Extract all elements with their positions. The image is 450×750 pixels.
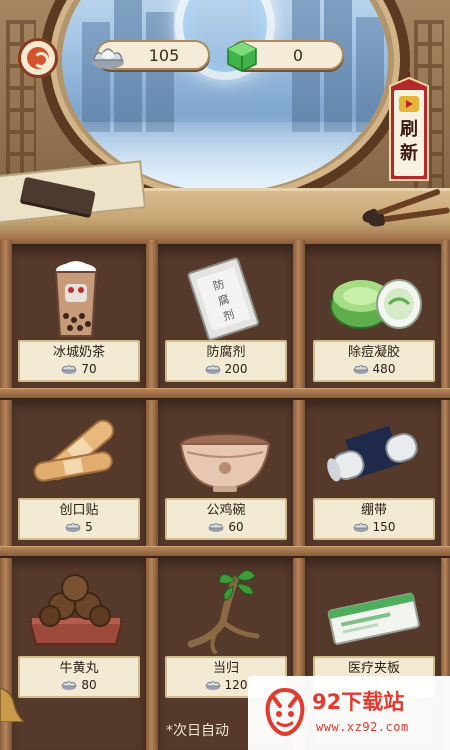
item-label: 绷带 150 bbox=[313, 498, 435, 540]
acne-gel-jar-icon bbox=[330, 279, 422, 329]
silver-ingot-icon bbox=[61, 365, 77, 374]
medical-splint-icon bbox=[327, 592, 420, 645]
shelf-top-board bbox=[0, 232, 450, 246]
item-price: 80 bbox=[20, 677, 138, 693]
jade-counter: 0 bbox=[227, 40, 344, 72]
shop-item[interactable]: 冰城奶茶 70 bbox=[10, 250, 146, 384]
item-label: 公鸡碗 60 bbox=[165, 498, 287, 540]
item-price: 60 bbox=[167, 519, 285, 535]
refresh-label: 刷新 bbox=[400, 119, 418, 164]
bezoar-pills-icon bbox=[28, 574, 124, 645]
silver-amount: 105 bbox=[148, 46, 180, 65]
shop-item[interactable]: 牛黄丸 80 bbox=[10, 562, 146, 700]
silver-ingot-icon bbox=[204, 365, 221, 374]
item-name: 冰城奶茶 bbox=[52, 345, 105, 360]
corner-ornament bbox=[0, 687, 24, 722]
shelf-board bbox=[0, 388, 450, 400]
item-label: 创口贴 5 bbox=[18, 498, 140, 540]
silver-counter: 105 bbox=[92, 40, 210, 70]
silver-ingot-icon bbox=[65, 523, 81, 532]
back-button[interactable] bbox=[18, 38, 58, 78]
bandage-roll-icon bbox=[327, 425, 418, 482]
refresh-notice: *次日自动 bbox=[166, 723, 229, 739]
preservative-packet-icon: 防 腐 剂 bbox=[187, 257, 260, 341]
shop-item[interactable]: 创口贴 5 bbox=[10, 404, 146, 542]
silver-ingot-icon bbox=[352, 365, 369, 374]
item-label: 牛黄丸 80 bbox=[18, 656, 140, 698]
watermark-title: 92下载站 bbox=[312, 690, 405, 714]
silver-ingot-icon bbox=[61, 681, 77, 690]
back-swirl-icon bbox=[27, 47, 49, 69]
watermark-url: www.xz92.com bbox=[316, 720, 409, 734]
item-name: 公鸡碗 bbox=[206, 503, 246, 518]
item-label: 除痘凝胶 480 bbox=[313, 340, 435, 382]
angelica-root-icon bbox=[187, 570, 260, 654]
shelf-post bbox=[441, 240, 450, 750]
rooster-bowl-icon bbox=[179, 433, 271, 492]
watermark-logo-icon bbox=[265, 687, 305, 737]
item-price: 150 bbox=[315, 519, 433, 535]
site-watermark: 92下载站 www.xz92.com bbox=[248, 676, 450, 750]
item-price: 5 bbox=[20, 519, 138, 535]
jade-cube-icon bbox=[227, 41, 257, 72]
silver-ingot-icon bbox=[352, 523, 369, 532]
silver-ingot-icon bbox=[92, 48, 124, 69]
item-name: 绷带 bbox=[360, 503, 387, 518]
item-name: 当归 bbox=[212, 661, 239, 676]
shop-item[interactable]: 防 腐 剂 防腐剂 200 bbox=[157, 250, 293, 384]
item-name: 创口贴 bbox=[59, 503, 99, 518]
jade-amount: 0 bbox=[292, 46, 304, 65]
item-price: 480 bbox=[315, 361, 433, 377]
item-label: 防腐剂 200 bbox=[165, 340, 287, 382]
shop-item[interactable]: 公鸡碗 60 bbox=[157, 404, 293, 542]
item-price: 200 bbox=[167, 361, 285, 377]
item-name: 医疗夹板 bbox=[347, 661, 400, 676]
shop-item[interactable]: 绷带 150 bbox=[305, 404, 441, 542]
band-aid-icon bbox=[33, 419, 114, 482]
shop-item[interactable]: 除痘凝胶 480 bbox=[305, 250, 441, 384]
background-scene bbox=[0, 0, 450, 235]
item-name: 防腐剂 bbox=[206, 345, 246, 360]
shelf-post bbox=[293, 240, 305, 750]
item-name: 除痘凝胶 bbox=[347, 345, 400, 360]
shelf-board bbox=[0, 546, 450, 558]
silver-ingot-icon bbox=[204, 681, 221, 690]
milk-tea-icon bbox=[54, 261, 98, 337]
silver-ingot-icon bbox=[208, 523, 224, 532]
item-name: 牛黄丸 bbox=[59, 661, 99, 676]
item-price: 70 bbox=[20, 361, 138, 377]
item-label: 冰城奶茶 70 bbox=[18, 340, 140, 382]
